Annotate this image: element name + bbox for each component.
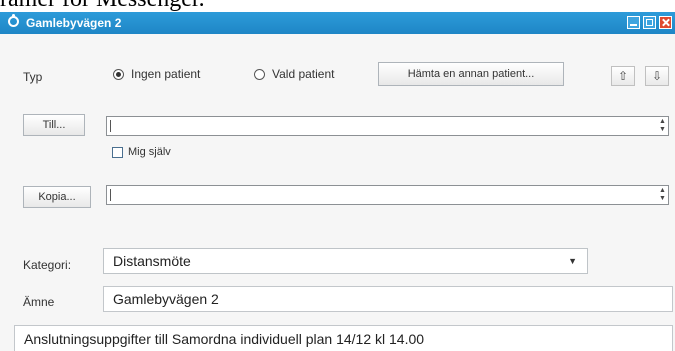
category-value: Distansmöte bbox=[113, 253, 191, 269]
type-label: Typ bbox=[23, 70, 43, 84]
scroll-spinner-icon[interactable]: ▲ ▼ bbox=[659, 118, 666, 134]
radio-icon[interactable] bbox=[254, 68, 265, 80]
window-title: Gamlebyvägen 2 bbox=[26, 16, 122, 30]
messenger-window: Gamlebyvägen 2 Typ Ingen patient Vald pa… bbox=[0, 12, 675, 351]
arrow-down-icon[interactable]: ⇩ bbox=[645, 66, 669, 86]
self-checkbox[interactable]: Mig själv bbox=[112, 146, 171, 158]
to-field[interactable]: ▲ ▼ bbox=[106, 116, 669, 136]
subject-value: Gamlebyvägen 2 bbox=[113, 291, 219, 307]
app-icon bbox=[8, 14, 19, 27]
text-caret bbox=[110, 120, 111, 132]
subject-label: Ämne bbox=[23, 295, 55, 309]
category-label: Kategori: bbox=[23, 258, 72, 272]
radio-selected-patient-label: Vald patient bbox=[272, 67, 335, 81]
fetch-patient-button[interactable]: Hämta en annan patient... bbox=[378, 62, 564, 86]
category-select[interactable]: Distansmöte ▼ bbox=[103, 248, 588, 274]
radio-no-patient-label: Ingen patient bbox=[131, 67, 201, 81]
radio-no-patient[interactable]: Ingen patient bbox=[113, 67, 200, 81]
copy-field[interactable]: ▲ ▼ bbox=[106, 185, 669, 205]
scroll-spinner-icon[interactable]: ▲ ▼ bbox=[659, 187, 666, 203]
maximize-icon[interactable] bbox=[643, 16, 656, 29]
checkbox-icon[interactable] bbox=[112, 146, 123, 158]
radio-selected-patient[interactable]: Vald patient bbox=[254, 67, 335, 81]
subject-input[interactable]: Gamlebyvägen 2 bbox=[103, 286, 673, 312]
message-first-line: Anslutningsuppgifter till Samordna indiv… bbox=[24, 331, 425, 347]
message-body[interactable]: Anslutningsuppgifter till Samordna indiv… bbox=[14, 325, 673, 351]
text-caret bbox=[110, 189, 111, 201]
minimize-icon[interactable] bbox=[627, 16, 640, 29]
self-checkbox-label: Mig själv bbox=[128, 146, 171, 158]
radio-icon[interactable] bbox=[113, 68, 124, 80]
title-bar: Gamlebyvägen 2 bbox=[0, 12, 675, 34]
chevron-down-icon[interactable]: ▼ bbox=[568, 249, 577, 273]
close-icon[interactable] bbox=[659, 16, 672, 29]
copy-button[interactable]: Kopia... bbox=[23, 186, 91, 208]
document-caption: ramer för Messenger. bbox=[0, 0, 675, 12]
arrow-up-icon[interactable]: ⇧ bbox=[611, 66, 635, 86]
to-button[interactable]: Till... bbox=[23, 114, 85, 136]
